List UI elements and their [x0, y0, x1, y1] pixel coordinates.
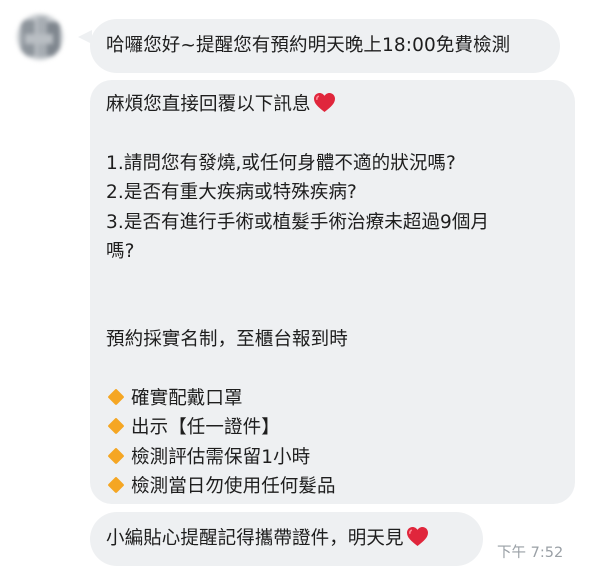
message-text: 哈囉您好~提醒您有預約明天晚上18:00免費檢測 [106, 35, 511, 56]
list-item-text: 確實配戴口罩 [131, 387, 243, 409]
list-item: 檢測當日勿使用任何髮品 [106, 472, 575, 501]
orange-diamond-icon [107, 417, 125, 435]
closing-line: 小編貼心提醒記得攜帶證件，明天見 [106, 524, 483, 553]
heart-icon [313, 92, 336, 122]
message-bubble-reminder[interactable]: 哈囉您好~提醒您有預約明天晚上18:00免費檢測 [90, 19, 560, 73]
sender-avatar[interactable] [17, 14, 63, 60]
list-item: 檢測評估需保留1小時 [106, 443, 575, 472]
orange-diamond-icon [107, 476, 125, 494]
message-timestamp: 下午 7:52 [497, 545, 564, 561]
message-bubble-closing[interactable]: 小編貼心提醒記得攜帶證件，明天見 [90, 512, 483, 566]
message-bubble-questions[interactable]: 麻煩您直接回覆以下訊息 1.請問您有發燒,或任何身體不適的狀況嗎? 2.是否有重… [90, 80, 575, 504]
orange-diamond-icon [107, 447, 125, 465]
list-item: 確實配戴口罩 [106, 384, 575, 413]
list-item-text: 檢測當日勿使用任何髮品 [131, 476, 336, 498]
list-item-text: 檢測評估需保留1小時 [131, 446, 311, 468]
heart-icon [406, 526, 429, 556]
question-line-continued: 嗎? [106, 240, 135, 262]
message-text: 小編貼心提醒記得攜帶證件，明天見 [106, 528, 404, 549]
question-line: 2.是否有重大疾病或特殊疾病? [106, 182, 357, 204]
question-line: 3.是否有進行手術或植髮手術治療未超過9個月 [106, 211, 490, 233]
intro-line: 麻煩您直接回覆以下訊息 [106, 90, 575, 119]
notice-line: 預約採實名制，至櫃台報到時 [106, 329, 348, 351]
intro-text: 麻煩您直接回覆以下訊息 [106, 94, 311, 115]
list-item: 出示【任一證件】 [106, 413, 575, 442]
list-item-text: 出示【任一證件】 [131, 417, 280, 439]
question-line: 1.請問您有發燒,或任何身體不適的狀況嗎? [106, 152, 456, 174]
orange-diamond-icon [107, 388, 125, 406]
